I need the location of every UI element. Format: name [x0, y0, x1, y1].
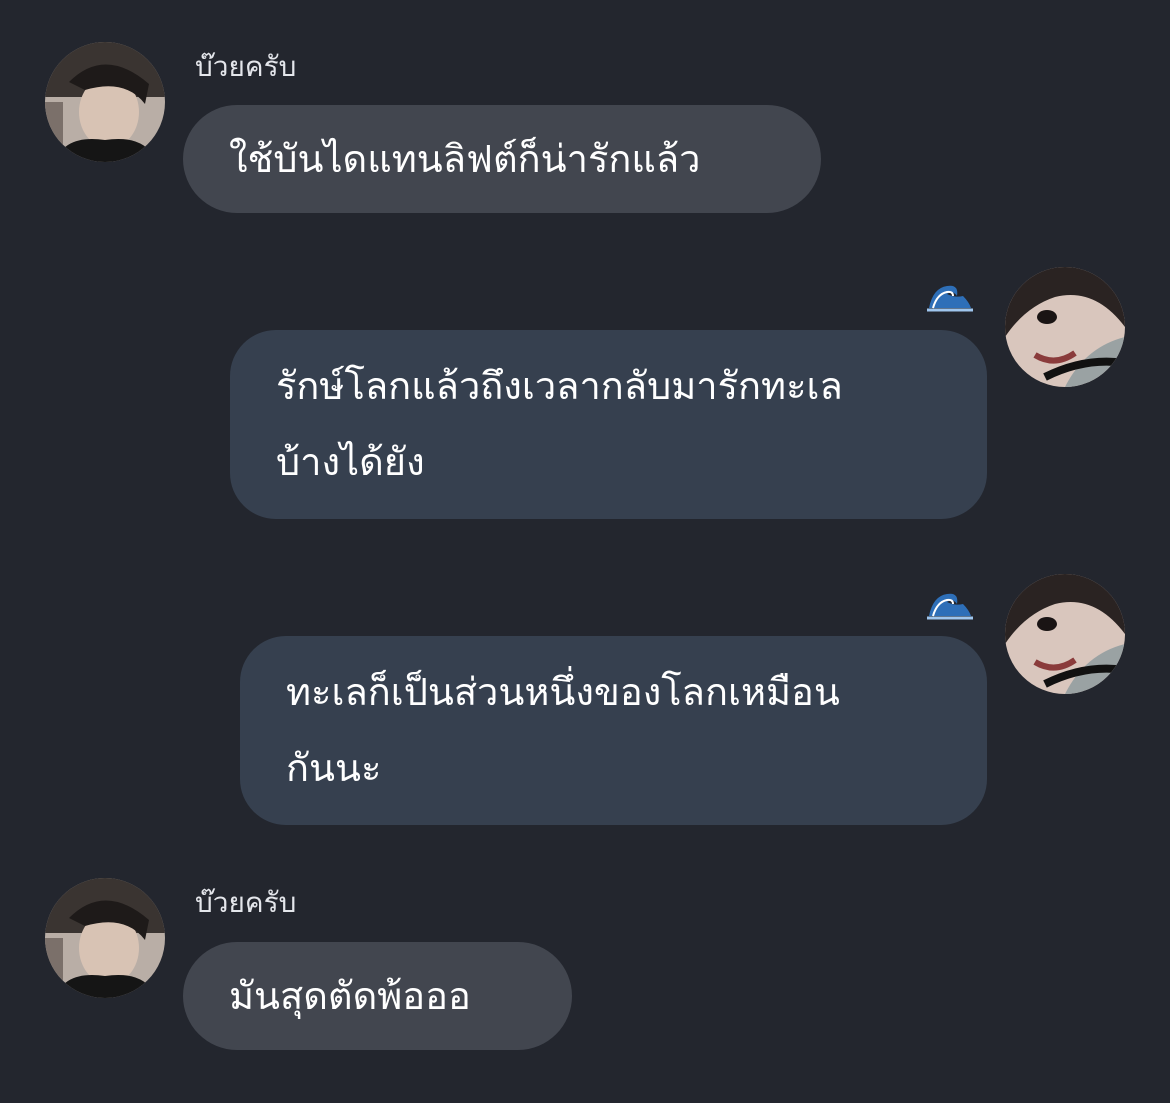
message-text: มันสุดตัดพ้อออ — [229, 974, 471, 1018]
profile-photo-avatar-icon — [45, 878, 165, 998]
wave-reaction-icon[interactable] — [927, 282, 973, 312]
message-text-line: กันนะ — [286, 746, 382, 790]
message-text-line: รักษ์โลกแล้วถึงเวลากลับมารักทะเล — [276, 364, 843, 408]
own-avatar[interactable] — [1005, 574, 1125, 694]
message-text: ใช้บันไดแทนลิฟต์ก็น่ารักแล้ว — [229, 137, 701, 181]
outgoing-message-bubble[interactable]: ทะเลก็เป็นส่วนหนึ่งของโลกเหมือน กันนะ — [240, 636, 987, 825]
wave-icon — [927, 590, 973, 620]
sender-avatar[interactable] — [45, 878, 165, 998]
sender-name: บ๊วยครับ — [195, 50, 297, 83]
incoming-message-bubble[interactable]: มันสุดตัดพ้อออ — [183, 942, 572, 1050]
profile-photo-avatar-icon — [45, 42, 165, 162]
wave-reaction-icon[interactable] — [927, 590, 973, 620]
message-text-line: บ้างได้ยัง — [276, 440, 425, 484]
sender-name: บ๊วยครับ — [195, 886, 297, 919]
profile-photo-avatar-icon — [1005, 574, 1125, 694]
wave-icon — [927, 282, 973, 312]
message-text-line: ทะเลก็เป็นส่วนหนึ่งของโลกเหมือน — [286, 670, 840, 714]
own-avatar[interactable] — [1005, 267, 1125, 387]
incoming-message-bubble[interactable]: ใช้บันไดแทนลิฟต์ก็น่ารักแล้ว — [183, 105, 821, 213]
sender-avatar[interactable] — [45, 42, 165, 162]
outgoing-message-bubble[interactable]: รักษ์โลกแล้วถึงเวลากลับมารักทะเล บ้างได้… — [230, 330, 987, 519]
profile-photo-avatar-icon — [1005, 267, 1125, 387]
